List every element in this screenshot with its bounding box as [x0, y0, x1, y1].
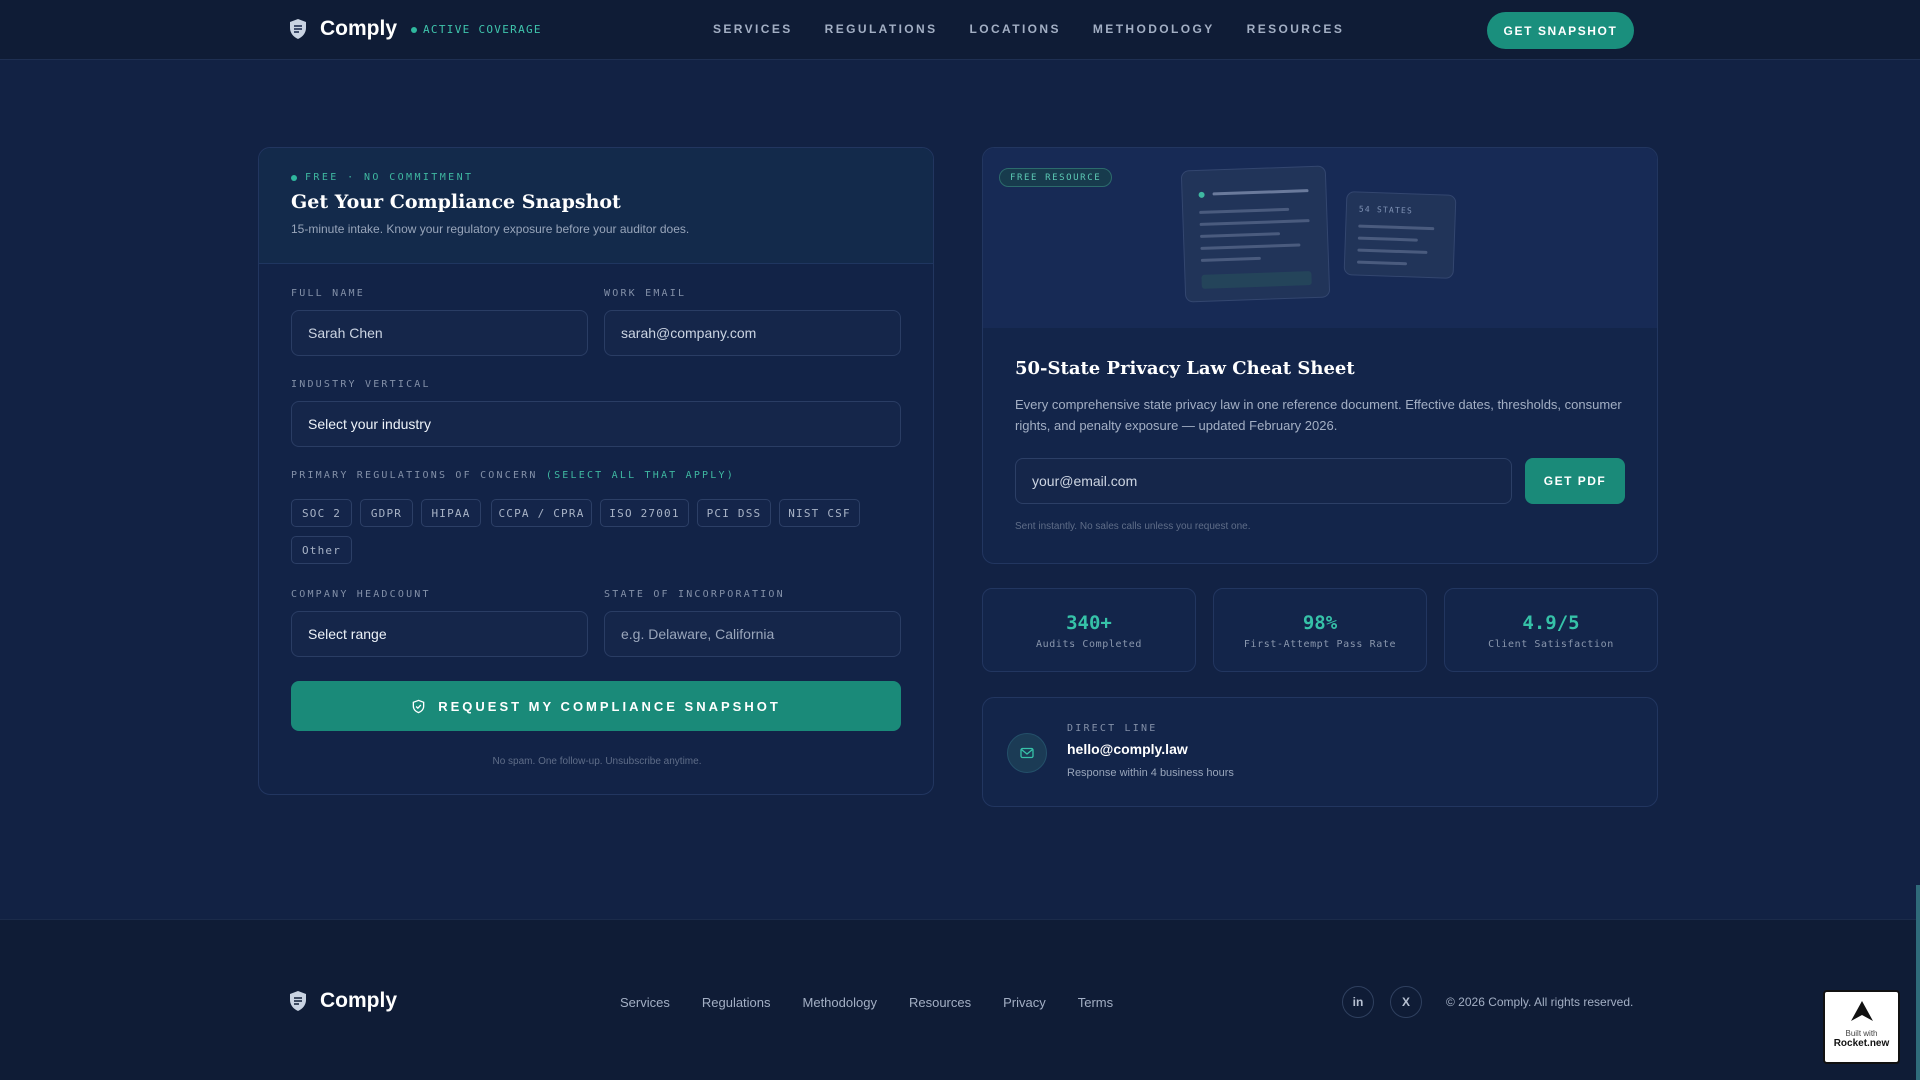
regulations-label: PRIMARY REGULATIONS OF CONCERN (SELECT A… — [291, 470, 735, 481]
state-label: STATE OF INCORPORATION — [604, 589, 785, 600]
stat-satisfaction-value: 4.9/5 — [1522, 612, 1580, 634]
resource-description: Every comprehensive state privacy law in… — [1015, 397, 1622, 433]
free-resource-badge: FREE RESOURCE — [999, 168, 1113, 187]
reg-chip-nist-csf[interactable]: NIST CSF — [779, 499, 860, 527]
footer-link-methodology[interactable]: Methodology — [803, 995, 877, 1010]
coverage-status: ACTIVE COVERAGE — [411, 23, 542, 36]
reg-chip-gdpr[interactable]: GDPR — [360, 499, 413, 527]
stat-audits-value: 340+ — [1066, 612, 1112, 634]
footer-link-services[interactable]: Services — [620, 995, 670, 1010]
work-email-label: WORK EMAIL — [604, 288, 687, 299]
reg-chip-other[interactable]: Other — [291, 536, 352, 564]
request-snapshot-button[interactable]: REQUEST MY COMPLIANCE SNAPSHOT — [291, 681, 901, 731]
request-snapshot-label: REQUEST MY COMPLIANCE SNAPSHOT — [438, 698, 781, 714]
document-preview-icon — [1180, 165, 1331, 303]
resource-title: 50-State Privacy Law Cheat Sheet — [1015, 358, 1355, 379]
footer-shield-logo-icon — [290, 991, 306, 1011]
form-eyebrow: FREE · NO COMMITMENT — [291, 172, 901, 183]
footer-link-regulations[interactable]: Regulations — [702, 995, 771, 1010]
form-title: Get Your Compliance Snapshot — [291, 191, 621, 213]
x-twitter-icon[interactable]: X — [1390, 986, 1422, 1018]
resource-email-input[interactable]: your@email.com — [1015, 458, 1512, 504]
footer-brand-logo[interactable]: Comply — [286, 989, 397, 1013]
stat-satisfaction-label: Client Satisfaction — [1488, 639, 1614, 650]
snapshot-form-card: FREE · NO COMMITMENT Get Your Compliance… — [258, 147, 934, 795]
stat-audits: 340+ Audits Completed — [982, 588, 1196, 672]
response-time: Response within 4 business hours — [1067, 767, 1234, 779]
form-subtitle: 15-minute intake. Know your regulatory e… — [291, 222, 690, 236]
stat-pass-rate: 98% First-Attempt Pass Rate — [1213, 588, 1427, 672]
work-email-input[interactable]: sarah@company.com — [604, 310, 901, 356]
main-nav: SERVICES REGULATIONS LOCATIONS METHODOLO… — [713, 22, 1344, 36]
doc-dot-icon — [1198, 191, 1205, 198]
footer-link-privacy[interactable]: Privacy — [1003, 995, 1046, 1010]
industry-select[interactable]: Select your industry — [291, 401, 901, 447]
footer-link-terms[interactable]: Terms — [1078, 995, 1113, 1010]
form-fine-print: No spam. One follow-up. Unsubscribe anyt… — [492, 756, 702, 767]
built-with-rocket-badge[interactable]: Built with Rocket.new — [1823, 990, 1900, 1064]
nav-services[interactable]: SERVICES — [713, 22, 793, 36]
stat-pass-rate-label: First-Attempt Pass Rate — [1243, 639, 1397, 650]
states-document-icon: 54 STATES — [1343, 191, 1457, 279]
reg-chip-iso27001[interactable]: ISO 27001 — [600, 499, 689, 527]
doc-states-label: 54 STATES — [1358, 204, 1414, 216]
coverage-label: ACTIVE COVERAGE — [423, 23, 542, 36]
rocket-new-label: Rocket.new — [1833, 1038, 1890, 1049]
reg-chip-pci-dss[interactable]: PCI DSS — [697, 499, 771, 527]
nav-regulations[interactable]: REGULATIONS — [825, 22, 938, 36]
direct-line-card: DIRECT LINE hello@comply.law Response wi… — [982, 697, 1658, 807]
rocket-icon — [1850, 1001, 1873, 1021]
reg-chip-soc2[interactable]: SOC 2 — [291, 499, 352, 527]
regulations-hint: (SELECT ALL THAT APPLY) — [545, 470, 735, 481]
get-pdf-button[interactable]: GET PDF — [1525, 458, 1625, 504]
eyebrow-text: FREE · NO COMMITMENT — [305, 172, 474, 183]
linkedin-icon[interactable]: in — [1342, 986, 1374, 1018]
reg-chip-hipaa[interactable]: HIPAA — [421, 499, 481, 527]
stat-audits-label: Audits Completed — [1036, 639, 1142, 650]
shield-check-icon — [412, 699, 425, 713]
state-input[interactable]: e.g. Delaware, California — [604, 611, 901, 657]
regulations-label-text: PRIMARY REGULATIONS OF CONCERN — [291, 470, 538, 481]
headcount-label: COMPANY HEADCOUNT — [291, 589, 431, 600]
direct-line-label: DIRECT LINE — [1067, 723, 1158, 734]
headcount-select[interactable]: Select range — [291, 611, 588, 657]
footer-brand-name: Comply — [320, 989, 398, 1012]
direct-email-link[interactable]: hello@comply.law — [1067, 741, 1188, 757]
reg-chip-ccpa[interactable]: CCPA / CPRA — [491, 499, 592, 527]
resource-card: FREE RESOURCE 54 STATES 50-State Privacy… — [982, 147, 1658, 564]
get-snapshot-button[interactable]: GET SNAPSHOT — [1487, 12, 1634, 49]
footer-links: Services Regulations Methodology Resourc… — [620, 995, 1113, 1010]
mail-icon — [1007, 733, 1047, 773]
built-with-label: Built with — [1845, 1029, 1878, 1038]
nav-resources[interactable]: RESOURCES — [1247, 22, 1345, 36]
brand-name: Comply — [320, 17, 398, 40]
footer-link-resources[interactable]: Resources — [909, 995, 971, 1010]
resource-fine-print: Sent instantly. No sales calls unless yo… — [1015, 521, 1251, 532]
full-name-input[interactable]: Sarah Chen — [291, 310, 588, 356]
stat-satisfaction: 4.9/5 Client Satisfaction — [1444, 588, 1658, 672]
nav-methodology[interactable]: METHODOLOGY — [1093, 22, 1215, 36]
scrollbar-thumb[interactable] — [1916, 885, 1920, 1080]
top-navbar: Comply ACTIVE COVERAGE SERVICES REGULATI… — [0, 0, 1920, 60]
resource-preview: FREE RESOURCE 54 STATES — [983, 148, 1657, 328]
form-header: FREE · NO COMMITMENT Get Your Compliance… — [259, 148, 933, 264]
footer: Comply Services Regulations Methodology … — [0, 919, 1920, 1080]
stat-pass-rate-value: 98% — [1302, 612, 1338, 634]
full-name-label: FULL NAME — [291, 288, 365, 299]
eyebrow-dot-icon — [291, 174, 297, 181]
industry-label: INDUSTRY VERTICAL — [291, 379, 431, 390]
shield-logo-icon — [290, 19, 306, 39]
status-dot-icon — [411, 26, 417, 33]
brand-logo[interactable]: Comply — [286, 17, 397, 41]
nav-locations[interactable]: LOCATIONS — [970, 22, 1061, 36]
copyright: © 2026 Comply. All rights reserved. — [1446, 995, 1634, 1009]
